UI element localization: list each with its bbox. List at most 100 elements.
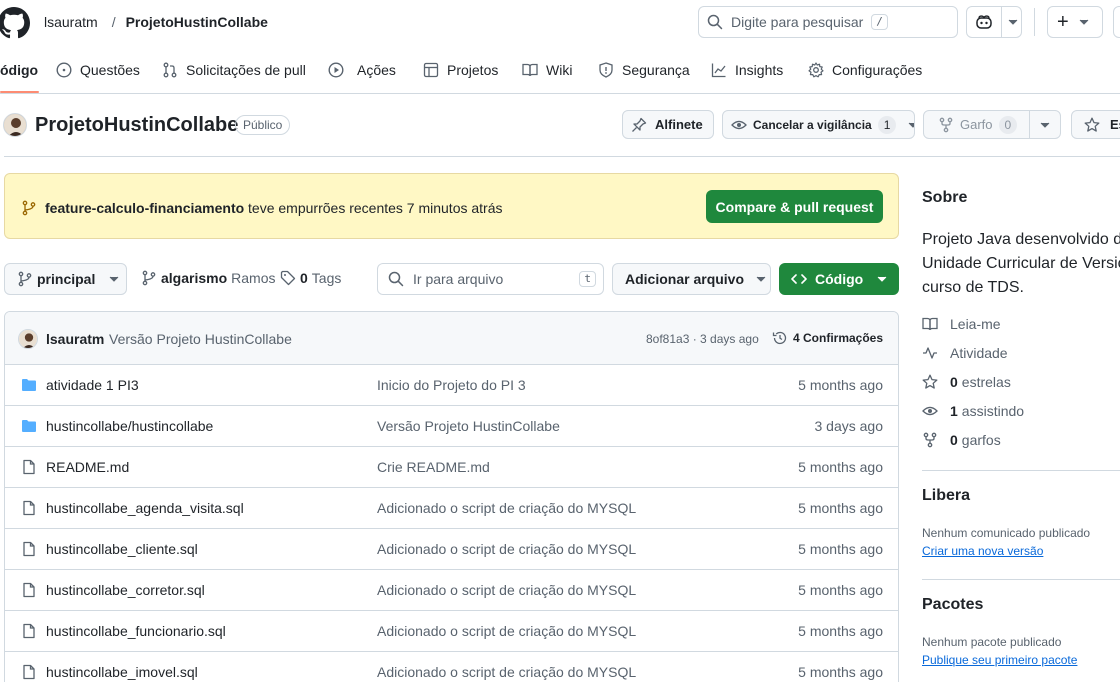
chevron-down-icon [756, 276, 766, 282]
tab-settings[interactable]: Configurações [808, 58, 922, 82]
table-row[interactable]: README.md Crie README.md 5 months ago [4, 446, 899, 487]
file-search-shortcut: t [579, 271, 596, 287]
file-name[interactable]: hustincollabe_imovel.sql [46, 664, 198, 680]
file-commit-message[interactable]: Adicionado o script de criação do MYSQL [377, 500, 636, 516]
file-search-input[interactable]: Ir para arquivo t [377, 263, 604, 295]
about-line: Projeto Java desenvolvido d [922, 231, 1120, 248]
file-commit-message[interactable]: Versão Projeto HustinCollabe [377, 418, 560, 434]
tab-issues[interactable]: Questões [56, 58, 140, 82]
banner-text: feature-calculo-financiamento teve empur… [45, 200, 503, 216]
stars-label: estrelas [961, 374, 1011, 390]
tab-wiki-label: Wiki [546, 62, 573, 78]
table-row[interactable]: hustincollabe/hustincollabe Versão Projet… [4, 405, 899, 446]
breadcrumb: lsauratm / ProjetoHustinCollabe [44, 14, 268, 30]
file-search-placeholder: Ir para arquivo [413, 271, 504, 287]
graph-icon [711, 62, 735, 78]
star-button[interactable]: Es [1071, 110, 1120, 139]
table-row[interactable]: hustincollabe_cliente.sql Adicionado o sc… [4, 528, 899, 569]
file-icon [21, 541, 37, 557]
compare-pull-request-button[interactable]: Compare & pull request [706, 190, 883, 223]
table-row[interactable]: atividade 1 PI3 Inicio do Projeto do PI 3… [4, 364, 899, 405]
tab-wiki[interactable]: Wiki [522, 58, 572, 82]
file-name[interactable]: hustincollabe_agenda_visita.sql [46, 500, 244, 516]
stars-link[interactable]: 0 estrelas [922, 374, 1011, 390]
banner-branch[interactable]: feature-calculo-financiamento [45, 200, 244, 216]
activity-link[interactable]: Atividade [922, 345, 1008, 361]
table-row[interactable]: hustincollabe_corretor.sql Adicionado o s… [4, 569, 899, 610]
file-name[interactable]: hustincollabe_corretor.sql [46, 582, 205, 598]
table-icon [423, 62, 447, 78]
file-commit-message[interactable]: Adicionado o script de criação do MYSQL [377, 541, 636, 557]
file-name[interactable]: hustincollabe/hustincollabe [46, 418, 213, 434]
tab-code[interactable]: ódigo [0, 58, 38, 82]
file-commit-time: 5 months ago [798, 664, 883, 680]
code-button-label: Código [815, 271, 864, 287]
file-commit-time: 5 months ago [798, 582, 883, 598]
table-row[interactable]: hustincollabe_funcionario.sql Adicionado … [4, 610, 899, 651]
file-name[interactable]: README.md [46, 459, 129, 475]
file-commit-message[interactable]: Crie README.md [377, 459, 490, 475]
search-icon [707, 14, 723, 30]
file-commit-message[interactable]: Adicionado o script de criação do MYSQL [377, 623, 636, 639]
releases-title[interactable]: Libera [922, 487, 970, 505]
commit-hash-time[interactable]: 8of81a3 · 3 days ago [646, 332, 759, 346]
branches-link[interactable]: algarismo Ramos [141, 270, 276, 286]
fork-button[interactable]: Garfo 0 [923, 110, 1061, 139]
file-name[interactable]: atividade 1 PI3 [46, 377, 139, 393]
commits-count: 4 Confirmações [793, 331, 884, 345]
tab-pull-requests[interactable]: Solicitações de pull [162, 58, 306, 82]
file-commit-message[interactable]: Inicio do Projeto do PI 3 [377, 377, 526, 393]
tab-actions[interactable]: Ações [328, 58, 396, 82]
file-name[interactable]: hustincollabe_funcionario.sql [46, 623, 226, 639]
fork-icon [938, 117, 954, 133]
branch-icon [141, 270, 157, 286]
file-commit-message[interactable]: Adicionado o script de criação do MYSQL [377, 582, 636, 598]
chevron-down-icon[interactable] [908, 122, 914, 128]
table-row[interactable]: hustincollabe_imovel.sql Adicionado o scr… [4, 651, 899, 682]
fork-icon [922, 432, 950, 448]
watchers-link[interactable]: 1 assistindo [922, 403, 1024, 419]
commit-author[interactable]: lsauratm [46, 331, 104, 347]
breadcrumb-repo[interactable]: ProjetoHustinCollabe [126, 14, 268, 30]
table-row[interactable]: hustincollabe_agenda_visita.sql Adicionad… [4, 487, 899, 528]
tab-security[interactable]: Segurança [598, 58, 690, 82]
search-input[interactable]: Digite para pesquisar / [698, 6, 958, 38]
readme-link[interactable]: Leia-me [922, 316, 1001, 332]
chevron-down-icon[interactable] [1008, 19, 1018, 25]
create-release-link[interactable]: Criar uma nova versão [922, 544, 1043, 558]
book-icon [922, 316, 950, 332]
watch-count: 1 [877, 115, 897, 134]
issues-button[interactable] [1113, 6, 1120, 38]
add-file-button[interactable]: Adicionar arquivo [612, 263, 771, 295]
add-file-label: Adicionar arquivo [625, 271, 745, 287]
gear-icon [808, 62, 832, 78]
shield-icon [598, 62, 622, 78]
pin-button[interactable]: Alfinete [622, 110, 714, 139]
breadcrumb-owner[interactable]: lsauratm [44, 14, 98, 30]
tab-insights[interactable]: Insights [711, 58, 783, 82]
create-new-button[interactable]: + [1047, 6, 1103, 38]
commits-link[interactable]: 4 Confirmações [772, 330, 883, 346]
copilot-button[interactable] [966, 6, 1022, 38]
branch-select[interactable]: principal [4, 263, 127, 295]
folder-icon [21, 377, 37, 393]
copilot-icon [975, 14, 993, 30]
tags-link[interactable]: 0 Tags [280, 270, 341, 286]
chevron-down-icon[interactable] [1040, 122, 1050, 128]
readme-label: Leia-me [950, 316, 1001, 332]
repo-title[interactable]: ProjetoHustinCollabe [35, 114, 238, 137]
packages-title[interactable]: Pacotes [922, 596, 983, 614]
tab-code-label: ódigo [0, 62, 39, 78]
fork-label: Garfo [960, 117, 993, 132]
github-logo-icon[interactable] [0, 7, 30, 39]
file-name[interactable]: hustincollabe_cliente.sql [46, 541, 198, 557]
forks-link[interactable]: 0 garfos [922, 432, 1001, 448]
code-button[interactable]: Código [779, 263, 899, 295]
file-commit-message[interactable]: Adicionado o script de criação do MYSQL [377, 664, 636, 680]
publish-package-link[interactable]: Publique seu primeiro pacote [922, 653, 1077, 667]
tab-projects[interactable]: Projetos [423, 58, 498, 82]
watch-button[interactable]: Cancelar a vigilância 1 [722, 110, 915, 139]
commit-message[interactable]: Versão Projeto HustinCollabe [109, 331, 292, 347]
search-placeholder: Digite para pesquisar [731, 14, 864, 30]
activity-label: Atividade [950, 345, 1008, 361]
